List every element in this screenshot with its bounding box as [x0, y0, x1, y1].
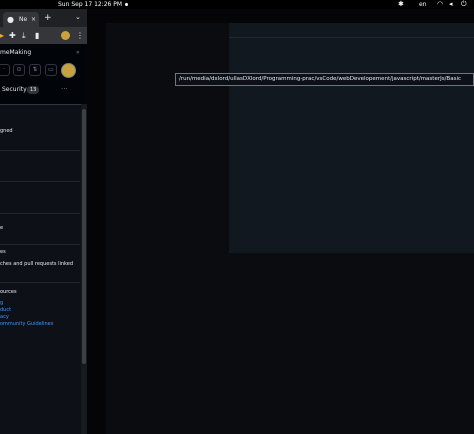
nav-security[interactable]: Security — [2, 86, 27, 93]
wifi-icon[interactable]: ◠ — [437, 0, 443, 9]
sidebar-text: ches and pull requests linked — [0, 261, 74, 267]
sidebar-text: e — [0, 225, 4, 231]
sidebar-section-1: gned — [0, 104, 80, 151]
github-icon: ● — [7, 15, 14, 24]
command-button[interactable]: · — [0, 64, 10, 76]
extension-badge-icon[interactable]: ▸ — [0, 30, 4, 41]
browser-tab[interactable]: ● Ne × — [3, 12, 39, 27]
sidebar-section-5: es ches and pull requests linked — [0, 245, 80, 283]
clock[interactable]: Sun Sep 17 12:26 PM — [58, 0, 122, 9]
editor-panel[interactable] — [229, 23, 474, 253]
system-top-bar: Sun Sep 17 12:26 PM ✱ en ◠ ◂ ⏻ — [0, 0, 474, 9]
plus-icon[interactable]: + — [44, 12, 52, 25]
kebab-icon[interactable]: ⋮ — [76, 30, 84, 41]
tab-strip: ● Ne × + ⌄ — [0, 9, 87, 27]
browser-toolbar: ▸ ✚ ⤓ ▮ ⋮ — [0, 27, 87, 44]
inbox-icon[interactable]: ▭ — [45, 64, 57, 76]
sidebar-heading: es — [0, 249, 6, 255]
speaker-icon[interactable]: ◂ — [449, 0, 453, 9]
resource-link[interactable]: acy — [0, 314, 9, 320]
close-icon[interactable]: × — [31, 12, 36, 27]
divider — [229, 37, 474, 38]
user-avatar[interactable] — [61, 63, 76, 78]
double-chevron-icon[interactable]: » — [76, 49, 80, 56]
resource-link[interactable]: duct — [0, 307, 11, 313]
extension-icon[interactable]: ✚ — [9, 30, 16, 41]
resource-link[interactable]: ommunity Guidelines — [0, 321, 53, 327]
resource-link[interactable]: g — [0, 300, 3, 306]
scrollbar-thumb[interactable] — [82, 109, 86, 364]
bluetooth-icon[interactable]: ✱ — [398, 0, 404, 9]
repo-header: meMaking » · ⊙ ⇅ ▭ Security 13 ··· — [0, 44, 87, 105]
repo-name[interactable]: meMaking — [0, 49, 31, 56]
notification-dot — [125, 3, 128, 6]
sidebar-text: gned — [0, 128, 13, 134]
issues-icon[interactable]: ⊙ — [13, 64, 25, 76]
sidebar-resources: ources g duct acy ommunity Guidelines — [0, 283, 80, 333]
resources-heading: ources — [0, 289, 17, 295]
chevron-down-icon[interactable]: ⌄ — [75, 13, 81, 21]
sidebar-icon[interactable]: ▮ — [35, 30, 39, 41]
tab-title: Ne — [19, 16, 28, 23]
power-icon[interactable]: ⏻ — [461, 0, 467, 9]
browser-window: ● Ne × + ⌄ ▸ ✚ ⤓ ▮ ⋮ meMaking » · ⊙ ⇅ ▭ … — [0, 9, 87, 434]
security-count-badge: 13 — [27, 86, 40, 94]
pull-request-icon[interactable]: ⇅ — [29, 64, 41, 76]
avatar[interactable] — [61, 31, 70, 40]
scrollbar[interactable] — [81, 104, 87, 434]
input-language[interactable]: en — [419, 0, 427, 9]
download-icon[interactable]: ⤓ — [22, 30, 26, 41]
sidebar-section-3 — [0, 182, 80, 214]
sidebar-section-2 — [0, 151, 80, 182]
sidebar-section-4: e — [0, 214, 80, 245]
more-icon[interactable]: ··· — [61, 85, 68, 93]
path-tooltip: /run/media/dxlord/ullasDXlord/Programmin… — [175, 73, 474, 86]
